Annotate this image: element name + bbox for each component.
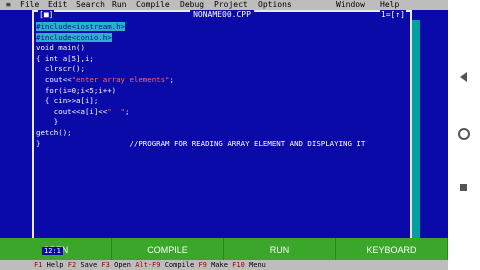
system-menu-icon[interactable]: ≡ <box>6 0 11 10</box>
menu-bar: ≡ File Edit Search Run Compile Debug Pro… <box>0 0 448 10</box>
code-line: cout<<a[i]<<" "; <box>36 107 396 118</box>
cursor-position: 12:1 <box>42 247 63 255</box>
code-token: { int a[5],i; <box>36 53 94 63</box>
code-line: } <box>36 117 396 128</box>
fkey-label: Help <box>42 261 68 269</box>
code-token: void main() <box>36 43 85 53</box>
code-line: { int a[5],i; <box>36 54 396 65</box>
code-token: //PROGRAM FOR READING ARRAY ELEMENT AND … <box>40 138 366 148</box>
code-token: #include<conio.h> <box>36 32 112 42</box>
menu-project[interactable]: Project <box>214 0 248 10</box>
fkey-key[interactable]: F3 <box>101 261 109 269</box>
code-line: #include<iostream.h> <box>36 22 396 33</box>
code-token: getch(); <box>36 127 72 137</box>
fkey-label: Save <box>76 261 102 269</box>
fkey-label: Menu <box>244 261 266 269</box>
code-token: for(i=0;i<5;i++) <box>36 85 117 95</box>
recent-apps-icon[interactable] <box>460 184 467 191</box>
menu-help[interactable]: Help <box>380 0 399 10</box>
menu-run[interactable]: Run <box>112 0 126 10</box>
menu-search[interactable]: Search <box>76 0 105 10</box>
fkey-label: Open <box>109 261 136 269</box>
menu-debug[interactable]: Debug <box>180 0 204 10</box>
run-button[interactable]: RUN <box>224 238 336 262</box>
compile-button[interactable]: COMPILE <box>112 238 224 262</box>
code-token: cout<< <box>36 74 72 84</box>
vertical-scrollbar[interactable] <box>412 20 420 250</box>
code-token: { cin>>a[i]; <box>36 96 99 106</box>
code-token: cout<<a[i]<< <box>36 106 108 116</box>
code-token: ; <box>169 74 174 84</box>
code-line: #include<conio.h> <box>36 32 396 44</box>
fkey-label: Make <box>206 261 233 269</box>
fkey-key[interactable]: F10 <box>232 261 245 269</box>
menu-file[interactable]: File <box>20 0 39 10</box>
editor-title: NONAME00.CPP <box>190 10 254 20</box>
window-number-zoom[interactable]: 1=[↑] <box>379 10 406 20</box>
code-line: } //PROGRAM FOR READING ARRAY ELEMENT AN… <box>36 139 396 150</box>
code-token: "enter array elements" <box>71 74 170 84</box>
code-token: #include<iostream.h> <box>36 22 125 31</box>
editor-titlebar: [■] NONAME00.CPP 1=[↑] <box>34 10 410 20</box>
menu-compile[interactable]: Compile <box>136 0 170 10</box>
code-line: getch(); <box>36 128 396 139</box>
code-area[interactable]: #include<iostream.h> #include<conio.h> voi… <box>36 22 396 149</box>
android-nav-bar <box>448 0 480 270</box>
menu-window[interactable]: Window <box>336 0 365 10</box>
code-token: clrscr(); <box>36 64 85 74</box>
code-line: for(i=0;i<5;i++) <box>36 86 396 97</box>
code-token: ; <box>125 106 130 116</box>
menu-edit[interactable]: Edit <box>48 0 67 10</box>
close-box-icon[interactable]: [■] <box>38 10 55 20</box>
turbo-cpp-screen: ≡ File Edit Search Run Compile Debug Pro… <box>0 0 448 270</box>
code-line: clrscr(); <box>36 64 396 75</box>
fkey-key[interactable]: F2 <box>68 261 76 269</box>
code-line: cout<<"enter array elements"; <box>36 75 396 86</box>
fkey-label: Compile <box>160 261 199 269</box>
function-key-bar: F1 Help F2 Save F3 Open Alt-F9 Compile F… <box>0 260 448 270</box>
button-bar: OPEN COMPILE RUN KEYBOARD <box>0 238 448 262</box>
code-line: { cin>>a[i]; <box>36 96 396 107</box>
fkey-key[interactable]: Alt-F9 <box>135 261 160 269</box>
keyboard-button[interactable]: KEYBOARD <box>336 238 448 262</box>
code-token: " " <box>107 106 126 116</box>
menu-options[interactable]: Options <box>258 0 292 10</box>
home-icon[interactable] <box>458 128 470 140</box>
code-line: void main() <box>36 43 396 54</box>
code-token: } <box>36 117 59 127</box>
fkey-key[interactable]: F9 <box>198 261 206 269</box>
back-icon[interactable] <box>460 72 467 82</box>
